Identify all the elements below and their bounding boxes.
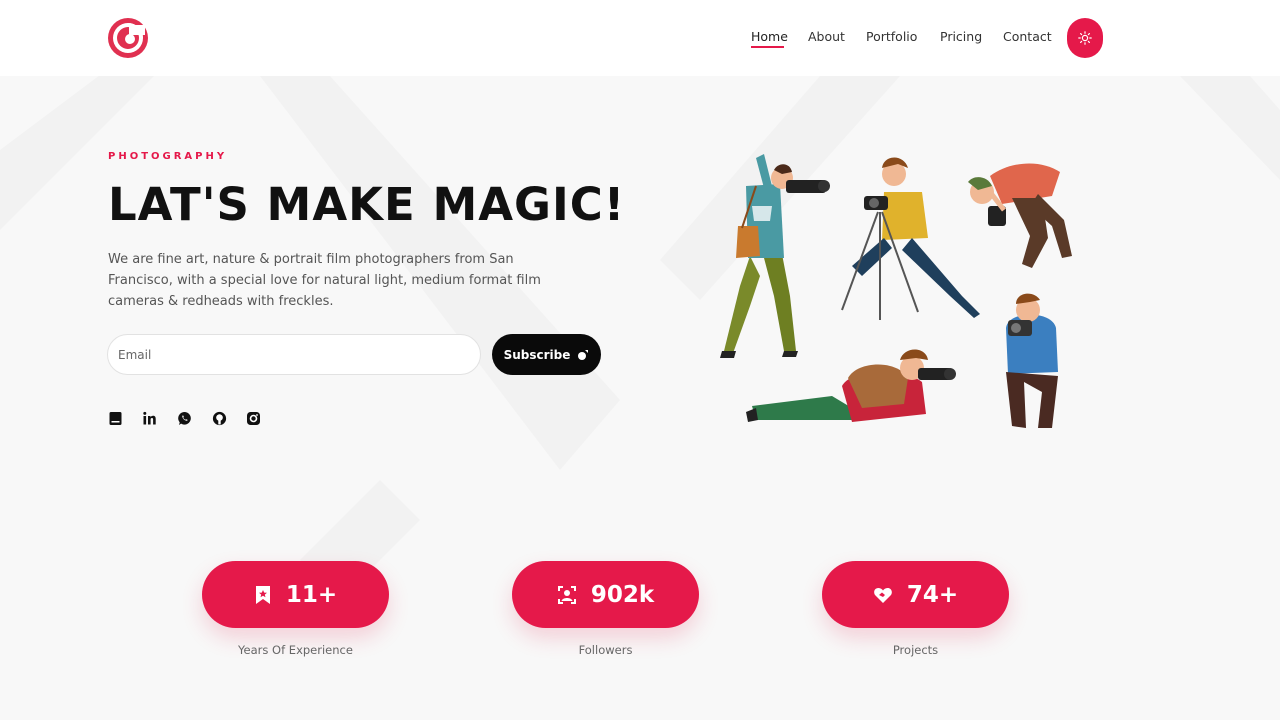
- book-icon[interactable]: [108, 411, 123, 426]
- nav-about[interactable]: About: [808, 29, 845, 44]
- whatsapp-icon[interactable]: [177, 411, 192, 426]
- linkedin-icon[interactable]: [142, 411, 157, 426]
- subscribe-button-label: Subscribe: [503, 347, 571, 362]
- nav-pricing[interactable]: Pricing: [940, 29, 982, 44]
- heart-handshake-icon: [874, 587, 892, 603]
- stat-experience: 11+: [202, 561, 389, 628]
- nav-home[interactable]: Home: [751, 29, 788, 44]
- stat-followers-value: 902k: [590, 581, 655, 608]
- photographer-tripod: [841, 157, 980, 320]
- stat-followers-label: Followers: [578, 643, 633, 657]
- photographer-bending: [968, 163, 1072, 268]
- instagram-icon[interactable]: [246, 411, 261, 426]
- paper-plane-icon: [578, 349, 589, 360]
- hero-description: We are fine art, nature & portrait film …: [108, 252, 541, 309]
- photographer-standing: [720, 154, 830, 358]
- brand-logo[interactable]: [107, 17, 149, 59]
- theme-toggle-button[interactable]: [1067, 18, 1103, 58]
- bookmark-icon: [255, 585, 270, 604]
- site-header: Home About Portfolio Pricing Contact: [0, 0, 1280, 76]
- subscribe-button[interactable]: Subscribe: [492, 334, 601, 375]
- hero-eyebrow: PHOTOGRAPHY: [108, 151, 228, 162]
- stat-projects-value: 74+: [906, 581, 959, 608]
- email-input[interactable]: [107, 334, 481, 375]
- hero-title: LAT'S MAKE MAGIC!: [108, 178, 626, 231]
- user-focus-icon: [557, 585, 576, 604]
- stat-experience-value: 11+: [285, 581, 338, 608]
- photographer-lying: [746, 349, 956, 422]
- nav-portfolio[interactable]: Portfolio: [866, 29, 917, 44]
- stat-projects-label: Projects: [892, 643, 939, 657]
- stat-projects: 74+: [822, 561, 1009, 628]
- github-icon[interactable]: [212, 411, 227, 426]
- stat-experience-label: Years Of Experience: [238, 643, 353, 657]
- photographers-illustration: [720, 154, 1072, 428]
- nav-active-indicator: [751, 46, 784, 48]
- stat-followers: 902k: [512, 561, 699, 628]
- nav-contact[interactable]: Contact: [1003, 29, 1052, 44]
- photographer-kneeling: [1006, 293, 1058, 428]
- sun-icon: [1078, 31, 1092, 45]
